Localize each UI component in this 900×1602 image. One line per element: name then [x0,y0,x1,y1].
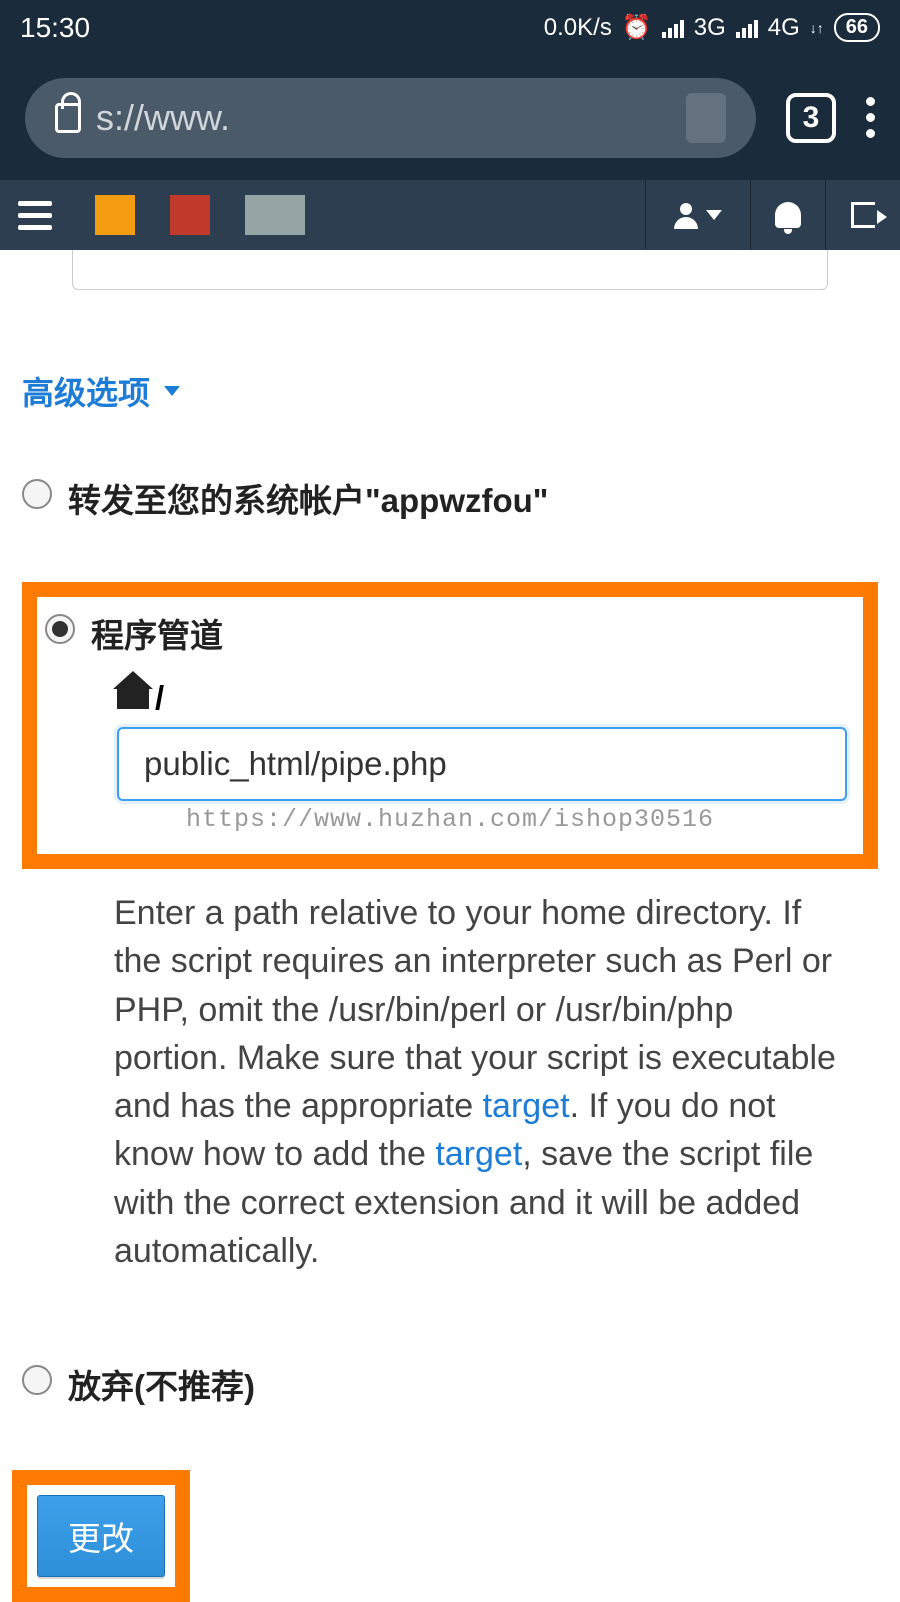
url-obscured [686,93,726,143]
url-text: s://www. [96,97,230,139]
network-type-2: 4G [768,14,800,42]
hamburger-menu-button[interactable] [0,201,70,230]
logo-block-3 [245,195,305,235]
home-icon [117,687,149,709]
watermark-text: https://www.huzhan.com/ishop30516 [45,805,855,834]
highlight-pipe-section: 程序管道 / public_html/pipe.php https://www.… [22,582,878,869]
help-link-target-2[interactable]: target [435,1135,522,1173]
option-discard-label: 放弃(不推荐) [68,1360,255,1408]
home-path-label: / [117,679,855,717]
option-forward-label: 转发至您的系统帐户"appwzfou" [68,474,548,522]
signal-icon-2 [736,18,758,38]
radio-pipe[interactable] [45,614,75,644]
option-discard[interactable]: 放弃(不推荐) [22,1360,878,1408]
url-bar[interactable]: s://www. [25,78,756,158]
logo-blocks [95,195,305,235]
exit-icon [851,202,875,228]
pipe-path-value: public_html/pipe.php [144,745,447,783]
logo-block-1 [95,195,135,235]
submit-label: 更改 [68,1520,134,1557]
advanced-options-label: 高级选项 [22,368,150,414]
browser-menu-button[interactable] [866,97,875,138]
alarm-icon: ⏰ [622,13,652,42]
user-menu-button[interactable] [645,180,750,250]
previous-input-bottom[interactable] [72,250,828,290]
help-text: Enter a path relative to your home direc… [114,889,848,1275]
tab-count-value: 3 [803,101,820,135]
help-link-target-1[interactable]: target [483,1087,570,1125]
chevron-down-icon [164,386,180,396]
app-bar [0,180,900,250]
chevron-down-icon [706,210,722,220]
battery-indicator: 66 [834,13,880,42]
lock-icon [55,103,81,133]
path-prefix: / [155,679,164,717]
arrows-icon: ↓↑ [810,20,824,36]
radio-forward[interactable] [22,479,52,509]
option-pipe-label: 程序管道 [91,609,223,657]
bell-icon [775,202,801,228]
pipe-path-input[interactable]: public_html/pipe.php [117,727,847,801]
logout-button[interactable] [825,180,900,250]
submit-button[interactable]: 更改 [37,1495,165,1577]
network-type-1: 3G [694,14,726,42]
status-right: 0.0K/s ⏰ 3G 4G ↓↑ 66 [544,13,880,42]
notifications-button[interactable] [750,180,825,250]
person-icon [674,203,698,227]
radio-discard[interactable] [22,1365,52,1395]
option-forward[interactable]: 转发至您的系统帐户"appwzfou" [22,474,878,522]
logo-block-2 [170,195,210,235]
net-speed: 0.0K/s [544,14,612,42]
highlight-submit: 更改 [12,1470,190,1602]
browser-chrome: s://www. 3 [0,55,900,180]
status-bar: 15:30 0.0K/s ⏰ 3G 4G ↓↑ 66 [0,0,900,55]
status-time: 15:30 [20,12,90,44]
signal-icon-1 [662,18,684,38]
advanced-options-toggle[interactable]: 高级选项 [22,368,878,414]
tab-count-button[interactable]: 3 [786,93,836,143]
option-pipe[interactable]: 程序管道 [45,609,855,657]
